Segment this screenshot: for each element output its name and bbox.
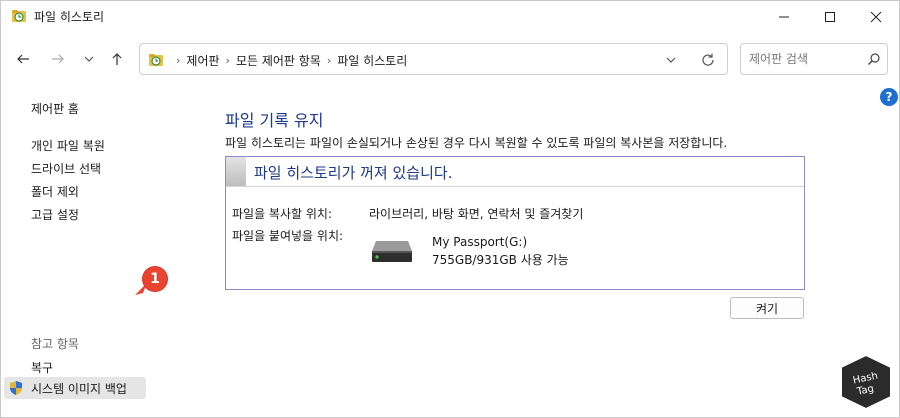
copy-from-label: 파일을 복사할 위치: (232, 207, 332, 221)
breadcrumb: › 제어판 › 모든 제어판 항목 › 파일 히스토리 (170, 52, 407, 69)
search-box[interactable] (740, 43, 888, 75)
sidebar-item-recovery[interactable]: 복구 (31, 359, 53, 376)
recent-locations-button[interactable] (77, 47, 101, 71)
arrow-right-icon (52, 54, 64, 64)
help-icon[interactable]: ? (880, 88, 898, 106)
annotation-badge: 1 (143, 267, 167, 291)
address-dropdown-icon[interactable] (664, 53, 678, 67)
sidebar: 제어판 홈 개인 파일 복원 드라이브 선택 폴더 제외 고급 설정 참고 항목… (1, 91, 201, 411)
arrow-up-icon (112, 53, 122, 65)
copy-to-label: 파일을 붙여넣을 위치: (232, 229, 344, 243)
minimize-button[interactable] (761, 1, 807, 32)
window-title: 파일 히스토리 (34, 10, 105, 24)
status-panel-header: 파일 히스토리가 꺼져 있습니다. (226, 157, 804, 187)
back-button[interactable] (11, 47, 35, 71)
title-bar: 파일 히스토리 (1, 1, 899, 32)
drive-space: 755GB/931GB 사용 가능 (432, 253, 569, 267)
control-panel-icon (149, 54, 163, 66)
sidebar-item-system-image-backup[interactable]: 시스템 이미지 백업 (4, 377, 146, 399)
sidebar-item-label: 시스템 이미지 백업 (31, 381, 127, 396)
breadcrumb-separator-icon: › (176, 54, 181, 67)
page-title: 파일 기록 유지 (225, 111, 324, 130)
minimize-icon (779, 16, 789, 17)
forward-button[interactable] (46, 47, 70, 71)
shield-icon (10, 381, 22, 395)
sidebar-item-control-panel-home[interactable]: 제어판 홈 (31, 100, 79, 117)
status-stripe (226, 157, 246, 186)
external-drive-icon (372, 241, 412, 262)
close-button[interactable] (853, 1, 899, 32)
sidebar-item-advanced-settings[interactable]: 고급 설정 (31, 206, 79, 223)
copy-from-value: 라이브러리, 바탕 화면, 연락처 및 즐겨찾기 (369, 207, 584, 221)
close-icon (870, 11, 882, 22)
status-text: 파일 히스토리가 꺼져 있습니다. (254, 164, 453, 182)
maximize-icon (825, 11, 835, 22)
maximize-button[interactable] (807, 1, 853, 32)
turn-on-button[interactable]: 켜기 (730, 297, 804, 319)
breadcrumb-separator-icon[interactable]: › (226, 54, 230, 67)
sidebar-item-restore-files[interactable]: 개인 파일 복원 (31, 137, 105, 154)
arrow-left-icon (17, 54, 29, 64)
drive-name: My Passport(G:) (432, 235, 528, 249)
breadcrumb-file-history[interactable]: 파일 히스토리 (337, 52, 407, 69)
breadcrumb-separator-icon[interactable]: › (327, 54, 331, 67)
refresh-icon[interactable] (700, 52, 716, 68)
page-description: 파일 히스토리는 파일이 손실되거나 손상된 경우 다시 복원할 수 있도록 파… (225, 136, 728, 150)
chevron-down-icon (84, 56, 94, 62)
address-bar[interactable]: › 제어판 › 모든 제어판 항목 › 파일 히스토리 (139, 43, 728, 75)
search-input[interactable] (749, 50, 859, 68)
hashtag-logo: Hash Tag (840, 353, 892, 411)
breadcrumb-all-items[interactable]: 모든 제어판 항목 (236, 52, 321, 69)
navigation-bar: › 제어판 › 모든 제어판 항목 › 파일 히스토리 (1, 39, 899, 79)
up-button[interactable] (105, 47, 129, 71)
sidebar-item-select-drive[interactable]: 드라이브 선택 (31, 160, 101, 177)
file-history-app-icon (12, 10, 26, 22)
breadcrumb-control-panel[interactable]: 제어판 (186, 52, 219, 69)
file-history-window: 파일 히스토리 › 제어판 › 모든 제어판 항목 › 파일 히스토리 제어판 … (0, 0, 900, 418)
search-icon[interactable] (867, 52, 881, 66)
sidebar-item-exclude-folders[interactable]: 폴더 제외 (31, 183, 79, 200)
see-also-heading: 참고 항목 (31, 337, 79, 351)
status-panel: 파일 히스토리가 꺼져 있습니다. 파일을 복사할 위치: 라이브러리, 바탕 … (225, 156, 805, 290)
